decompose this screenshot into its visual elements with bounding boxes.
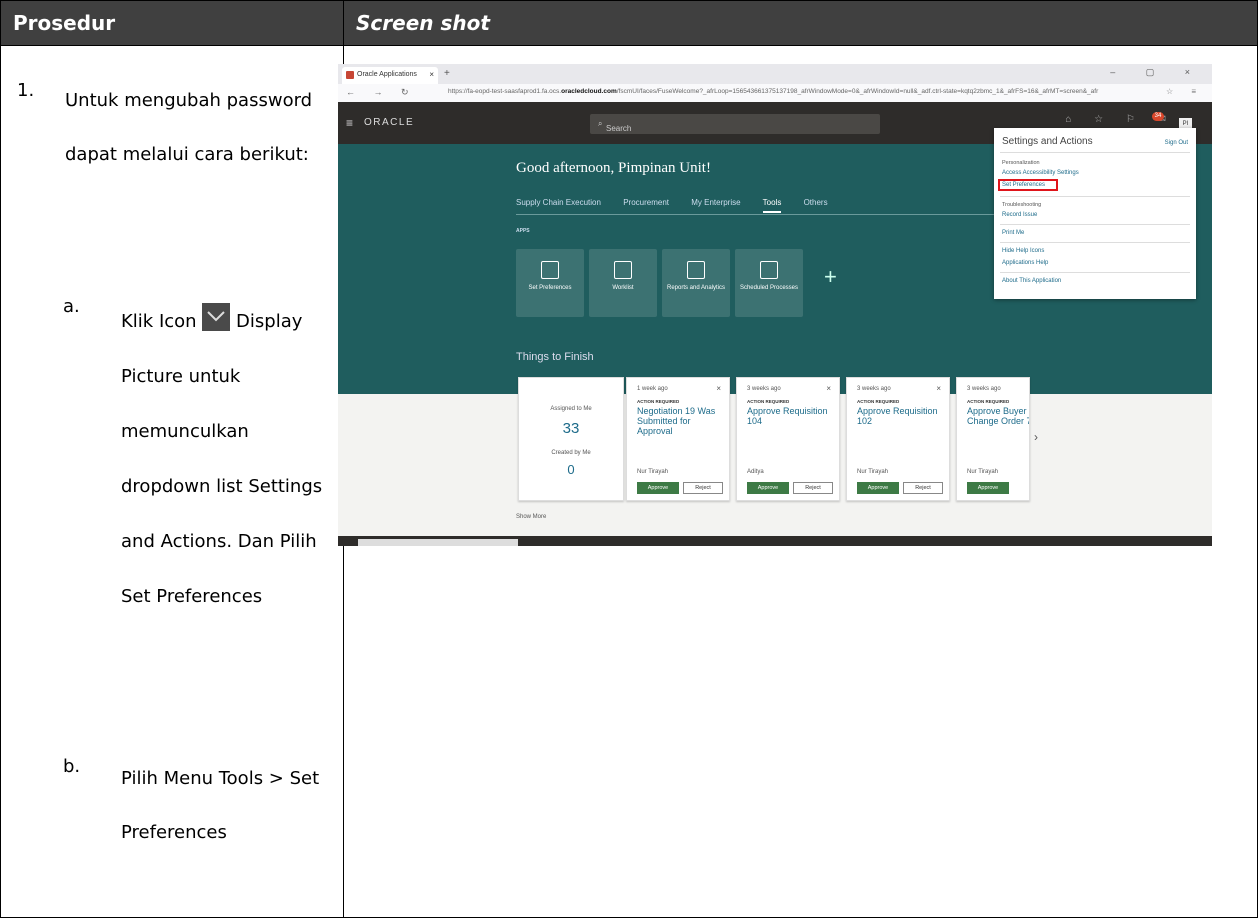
add-app-icon[interactable]: + [824, 264, 837, 290]
assigned-count[interactable]: 33 [519, 420, 623, 437]
app-reports[interactable]: Reports and Analytics [662, 249, 730, 317]
oracle-logo: ORACLE [364, 117, 415, 128]
apps-label: APPS [516, 228, 530, 234]
created-label: Created by Me [551, 450, 591, 456]
task-title[interactable]: Approve Requisition 104 [747, 406, 835, 426]
applications-help-item[interactable]: Applications Help [1002, 260, 1048, 266]
show-more-link[interactable]: Show More [516, 514, 546, 520]
access-accessibility-item[interactable]: Access Accessibility Settings [1002, 170, 1079, 176]
reports-icon [687, 261, 705, 279]
highlight-box [998, 179, 1058, 191]
calendar-icon [760, 261, 778, 279]
hide-help-icons-item[interactable]: Hide Help Icons [1002, 248, 1044, 254]
sub-step-b: Pilih Menu Tools > Set Preferences [121, 768, 320, 843]
assigned-label: Assigned to Me [550, 406, 592, 412]
reject-button[interactable]: Reject [683, 482, 723, 494]
sign-out-link[interactable]: Sign Out [1165, 140, 1188, 146]
close-icon[interactable]: × [716, 384, 721, 393]
sub-step-a: Klik Icon Display Picture untuk memuncul… [121, 294, 326, 624]
tab-tools[interactable]: Tools [762, 198, 782, 213]
springboard-tabs: Supply Chain Execution Procurement My En… [516, 198, 848, 213]
about-application-item[interactable]: About This Application [1002, 278, 1061, 284]
search-input[interactable]: ⌕ Search [590, 114, 880, 134]
task-card: 1 week ago × ACTION REQUIRED Negotiation … [626, 377, 730, 501]
tab-procurement[interactable]: Procurement [623, 198, 669, 207]
window-controls-icon[interactable]: – ▢ × [1110, 67, 1204, 78]
browser-menu-icon[interactable]: ☆ ≡ [1166, 87, 1204, 96]
app-set-preferences[interactable]: Set Preferences [516, 249, 584, 317]
hamburger-icon[interactable]: ≡ [346, 116, 353, 130]
preferences-icon [541, 261, 559, 279]
browser-tabbar: Oracle Applications × + – ▢ × [338, 64, 1212, 84]
procedure-cell: 1. Untuk mengubah password dapat melalui… [0, 45, 344, 918]
tab-my-enterprise[interactable]: My Enterprise [691, 198, 740, 207]
task-card: 3 weeks ago × ACTION REQUIRED Approve Req… [846, 377, 950, 501]
section-personalization: Personalization [1002, 160, 1040, 166]
address-bar: ← → ↻ https://fa-eopd-test-saasfaprod1.f… [338, 84, 1212, 103]
close-icon[interactable]: × [936, 384, 941, 393]
summary-card: Assigned to Me 33 Created by Me 0 [518, 377, 624, 501]
record-issue-item[interactable]: Record Issue [1002, 212, 1037, 218]
oracle-screenshot: Oracle Applications × + – ▢ × ← → ↻ http… [338, 64, 1212, 546]
created-count[interactable]: 0 [519, 462, 623, 477]
app-scheduled[interactable]: Scheduled Processes [735, 249, 803, 317]
sub-step-b-letter: b. [63, 756, 81, 777]
tab-others[interactable]: Others [804, 198, 828, 207]
notification-badge: 34 [1152, 112, 1164, 121]
sub-step-a-letter: a. [63, 296, 80, 317]
app-worklist[interactable]: Worklist [589, 249, 657, 317]
dropdown-title: Settings and Actions [1002, 136, 1093, 147]
new-tab-icon[interactable]: + [444, 68, 450, 79]
approve-button[interactable]: Approve [637, 482, 679, 494]
nav-arrows-icon[interactable]: ← → ↻ [346, 87, 417, 98]
reject-button[interactable]: Reject [793, 482, 833, 494]
task-card: 3 weeks ago × ACTION REQUIRED Approve Req… [736, 377, 840, 501]
approve-button[interactable]: Approve [967, 482, 1009, 494]
sub-step-a-prefix: Klik Icon [121, 311, 197, 332]
things-to-finish-title: Things to Finish [516, 351, 594, 363]
task-title[interactable]: Approve Buyer Change Order 7 [967, 406, 1029, 426]
task-title[interactable]: Negotiation 19 Was Submitted for Approva… [637, 406, 725, 436]
chevron-right-icon[interactable]: › [1034, 430, 1038, 444]
settings-actions-dropdown: Settings and Actions Sign Out Personaliz… [994, 128, 1196, 299]
oracle-favicon-icon [346, 71, 354, 79]
tab-title: Oracle Applications [357, 71, 417, 78]
reject-button[interactable]: Reject [903, 482, 943, 494]
sub-step-a-text: Display Picture untuk memunculkan dropdo… [121, 311, 323, 607]
task-card: 3 weeks ago ACTION REQUIRED Approve Buye… [956, 377, 1030, 501]
bottom-strip [338, 536, 1212, 546]
chevron-down-icon [202, 303, 231, 331]
approve-button[interactable]: Approve [857, 482, 899, 494]
clipboard-icon [614, 261, 632, 279]
tab-supply-chain[interactable]: Supply Chain Execution [516, 198, 601, 207]
close-icon[interactable]: × [826, 384, 831, 393]
header-procedure: Prosedur [0, 0, 344, 46]
print-me-item[interactable]: Print Me [1002, 230, 1024, 236]
welcome-title: Good afternoon, Pimpinan Unit! [516, 160, 711, 176]
browser-tab[interactable]: Oracle Applications × [342, 67, 438, 84]
step-text: Untuk mengubah password dapat melalui ca… [65, 90, 313, 165]
close-tab-icon[interactable]: × [429, 70, 434, 79]
approve-button[interactable]: Approve [747, 482, 789, 494]
url-field[interactable]: https://fa-eopd-test-saasfaprod1.fa.ocs.… [448, 88, 1138, 95]
task-title[interactable]: Approve Requisition 102 [857, 406, 945, 426]
header-screenshot: Screen shot [343, 0, 1258, 46]
step-number: 1. [17, 80, 35, 101]
section-troubleshooting: Troubleshooting [1002, 202, 1042, 208]
